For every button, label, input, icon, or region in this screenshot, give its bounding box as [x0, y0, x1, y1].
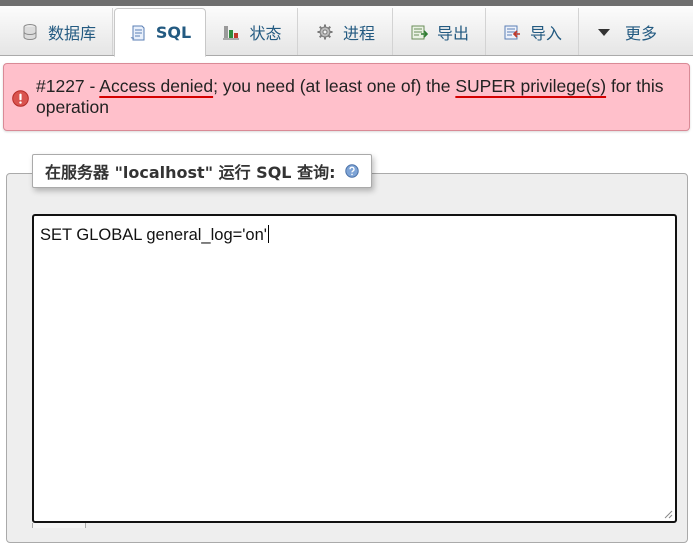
chevron-down-icon	[597, 25, 611, 39]
tab-sql-label: SQL	[155, 23, 192, 42]
text-caret	[267, 225, 269, 243]
tab-processes[interactable]: 进程	[299, 8, 393, 55]
status-chart-icon	[222, 23, 240, 41]
toolbar-stub	[32, 523, 86, 528]
database-icon	[21, 23, 39, 41]
tab-more[interactable]: 更多	[580, 8, 674, 55]
error-text-part-1: ; you need (at least one of) the	[213, 76, 456, 96]
error-icon	[12, 90, 29, 107]
sql-query-textarea[interactable]: SET GLOBAL general_log='on'	[32, 214, 677, 523]
help-icon[interactable]	[345, 164, 360, 178]
top-tab-bar: 数据库 SQL 状态 进程 导出 导入 更多	[0, 0, 693, 57]
import-icon	[503, 23, 521, 41]
tab-export[interactable]: 导出	[394, 8, 486, 55]
tab-sql[interactable]: SQL	[114, 8, 206, 57]
gear-icon	[316, 23, 334, 41]
sql-query-legend-label: 在服务器 "localhost" 运行 SQL 查询:	[45, 163, 336, 182]
tab-more-label: 更多	[624, 23, 657, 43]
error-text: #1227 - Access denied; you need (at leas…	[36, 76, 676, 118]
export-icon	[410, 23, 428, 41]
tab-status-label: 状态	[249, 23, 282, 43]
tab-import-label: 导入	[529, 23, 562, 43]
tab-status[interactable]: 状态	[207, 8, 298, 55]
error-message-box: #1227 - Access denied; you need (at leas…	[3, 63, 690, 131]
error-highlight-access-denied: Access denied	[99, 76, 214, 96]
resize-grip-icon[interactable]	[663, 509, 673, 519]
tab-database-label: 数据库	[47, 23, 96, 43]
error-highlight-super-privilege: SUPER privilege(s)	[455, 76, 607, 96]
tab-processes-label: 进程	[342, 23, 375, 43]
sql-icon	[129, 24, 147, 42]
tab-database[interactable]: 数据库	[5, 8, 113, 55]
error-code: #1227	[36, 76, 85, 96]
sql-query-legend: 在服务器 "localhost" 运行 SQL 查询:	[32, 154, 373, 188]
error-separator: -	[84, 76, 100, 96]
top-accent-strip	[0, 0, 693, 6]
tab-export-label: 导出	[436, 23, 469, 43]
tab-import[interactable]: 导入	[487, 8, 579, 55]
sql-query-text: SET GLOBAL general_log='on'	[40, 226, 267, 244]
